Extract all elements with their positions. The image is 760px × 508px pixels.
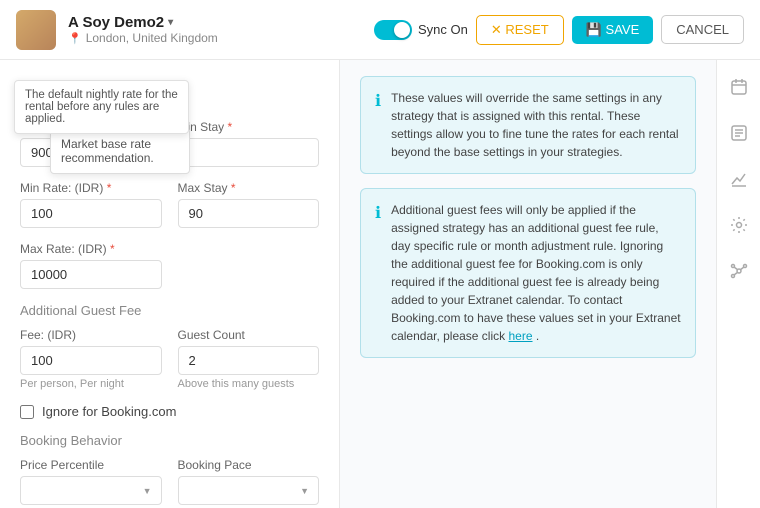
row-maxrate: Max Rate: (IDR) * — [20, 242, 319, 289]
booking-pace-select[interactable] — [178, 476, 320, 505]
location-icon: 📍 — [68, 32, 82, 45]
save-button[interactable]: 💾 SAVE — [572, 16, 654, 44]
fee-group: Fee: (IDR) Per person, Per night — [20, 328, 162, 390]
header-actions: Sync On ✕ RESET 💾 SAVE CANCEL — [374, 15, 744, 45]
chevron-down-icon: ▾ — [168, 17, 173, 28]
list-icon[interactable] — [724, 118, 754, 148]
main-content: The default nightly rate for the rental … — [0, 60, 716, 508]
chart-icon[interactable] — [724, 164, 754, 194]
header: A Soy Demo2 ▾ 📍 London, United Kingdom S… — [0, 0, 760, 60]
header-info: A Soy Demo2 ▾ 📍 London, United Kingdom — [68, 14, 362, 45]
info-box-2-post: . — [536, 329, 539, 343]
gear-icon[interactable] — [724, 210, 754, 240]
max-rate-input[interactable] — [20, 260, 162, 289]
max-rate-group: Max Rate: (IDR) * — [20, 242, 319, 289]
title-text: A Soy Demo2 — [68, 14, 164, 31]
sync-toggle-wrap: Sync On — [374, 20, 468, 40]
info-box-2-pre: Additional guest fees will only be appli… — [391, 203, 681, 343]
right-sidebar — [716, 60, 760, 508]
row-fee-guestcount: Fee: (IDR) Per person, Per night Guest C… — [20, 328, 319, 390]
ignore-booking-checkbox[interactable] — [20, 405, 34, 419]
info-box-2-link[interactable]: here — [508, 329, 532, 343]
guest-count-group: Guest Count Above this many guests — [178, 328, 320, 390]
price-percentile-select[interactable] — [20, 476, 162, 505]
price-percentile-group: Price Percentile — [20, 458, 162, 505]
fee-input[interactable] — [20, 346, 162, 375]
cancel-button[interactable]: CANCEL — [661, 15, 744, 44]
property-title: A Soy Demo2 ▾ — [68, 14, 362, 31]
price-percentile-select-wrap — [20, 476, 162, 505]
left-panel: The default nightly rate for the rental … — [0, 60, 340, 508]
network-icon[interactable] — [724, 256, 754, 286]
booking-pace-group: Booking Pace — [178, 458, 320, 505]
sync-label: Sync On — [418, 22, 468, 37]
additional-fee-section-title: Additional Guest Fee — [20, 303, 319, 318]
max-stay-input[interactable] — [178, 199, 320, 228]
property-location: 📍 London, United Kingdom — [68, 31, 362, 45]
booking-behavior-title: Booking Behavior — [20, 433, 319, 448]
booking-pace-select-wrap — [178, 476, 320, 505]
info-box-2: ℹ Additional guest fees will only be app… — [360, 188, 696, 358]
booking-pace-label: Booking Pace — [178, 458, 320, 472]
guest-count-input[interactable] — [178, 346, 320, 375]
min-rate-group: Min Rate: (IDR) * — [20, 181, 162, 228]
sync-toggle[interactable] — [374, 20, 412, 40]
max-stay-group: Max Stay * — [178, 181, 320, 228]
info-box-1-text: These values will override the same sett… — [391, 89, 681, 161]
info-box-2-content: Additional guest fees will only be appli… — [391, 201, 681, 345]
fee-hint: Per person, Per night — [20, 378, 162, 390]
market-tooltip: Market base rate recommendation. — [50, 128, 190, 174]
info-icon-2: ℹ — [375, 202, 381, 345]
guest-hint: Above this many guests — [178, 378, 320, 390]
info-icon-1: ℹ — [375, 90, 381, 161]
reset-button[interactable]: ✕ RESET — [476, 15, 564, 45]
row-minrate-maxstay: Min Rate: (IDR) * Max Stay * — [20, 181, 319, 228]
max-stay-label: Max Stay * — [178, 181, 320, 195]
fee-label: Fee: (IDR) — [20, 328, 162, 342]
info-box-1: ℹ These values will override the same se… — [360, 76, 696, 174]
base-rate-input-wrap: Market base rate recommendation. — [20, 138, 162, 167]
guest-count-label: Guest Count — [178, 328, 320, 342]
location-text: London, United Kingdom — [86, 31, 218, 45]
calendar-icon[interactable] — [724, 72, 754, 102]
max-rate-label: Max Rate: (IDR) * — [20, 242, 319, 256]
min-rate-label: Min Rate: (IDR) * — [20, 181, 162, 195]
ignore-booking-label: Ignore for Booking.com — [42, 404, 176, 419]
main-layout: The default nightly rate for the rental … — [0, 60, 760, 508]
base-rate-tooltip: The default nightly rate for the rental … — [14, 80, 189, 134]
min-stay-label: Min Stay * — [178, 120, 320, 134]
ignore-booking-row: Ignore for Booking.com — [20, 404, 319, 419]
tooltip-text: The default nightly rate for the rental … — [25, 89, 178, 125]
avatar — [16, 10, 56, 50]
right-panel: ℹ These values will override the same se… — [340, 60, 716, 508]
min-stay-group: Min Stay * — [178, 120, 320, 167]
row-booking: Price Percentile Booking Pace — [20, 458, 319, 505]
min-rate-input[interactable] — [20, 199, 162, 228]
price-percentile-label: Price Percentile — [20, 458, 162, 472]
min-stay-input[interactable] — [178, 138, 320, 167]
